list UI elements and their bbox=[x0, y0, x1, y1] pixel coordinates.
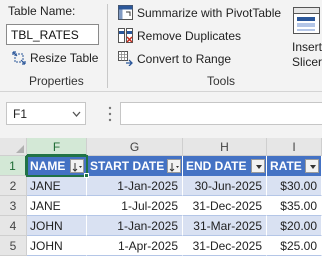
table-cell[interactable]: JOHN bbox=[27, 216, 87, 236]
filter-dropdown-rate[interactable] bbox=[305, 159, 319, 173]
pivottable-icon bbox=[118, 5, 133, 20]
select-all-corner[interactable] bbox=[0, 138, 27, 156]
table-cell[interactable]: 31-Mar-2025 bbox=[183, 216, 267, 236]
row-header-2[interactable]: 2 bbox=[0, 176, 27, 196]
sort-ascending-filter-icon bbox=[72, 163, 82, 172]
column-header-i[interactable]: I bbox=[267, 138, 322, 156]
table-header-name-label: NAME bbox=[30, 159, 66, 173]
table-cell[interactable]: $35.00 bbox=[267, 196, 322, 216]
resize-table-label: Resize Table bbox=[30, 51, 99, 65]
ribbon: Table Name: Resize Table Properties Summ… bbox=[0, 0, 322, 92]
row-header-5[interactable]: 5 bbox=[0, 236, 27, 256]
resize-table-button[interactable]: Resize Table bbox=[12, 51, 98, 65]
table-cell[interactable]: $30.00 bbox=[267, 176, 322, 196]
dropdown-arrow-icon bbox=[310, 165, 316, 169]
table-cell[interactable]: 1-Jul-2025 bbox=[87, 196, 183, 216]
tools-group-title: Tools bbox=[207, 74, 236, 88]
properties-group: Table Name: Resize Table Properties bbox=[0, 0, 107, 92]
insert-slicer-line1: Insert bbox=[292, 40, 322, 54]
row-header-1[interactable]: 1 bbox=[0, 156, 27, 176]
summarize-pivottable-button[interactable]: Summarize with PivotTable bbox=[118, 5, 281, 20]
table-cell[interactable]: 1-Apr-2025 bbox=[87, 236, 183, 256]
properties-group-title: Properties bbox=[29, 74, 84, 88]
table-cell[interactable]: 1-Jan-2025 bbox=[87, 176, 183, 196]
remove-duplicates-icon bbox=[118, 28, 133, 43]
sort-filter-dropdown-name[interactable] bbox=[70, 159, 84, 173]
table-cell[interactable]: 30-Jun-2025 bbox=[183, 176, 267, 196]
convert-to-range-label: Convert to Range bbox=[137, 51, 232, 66]
table-name-label: Table Name: bbox=[8, 4, 76, 18]
table-cell[interactable]: JOHN bbox=[27, 236, 87, 256]
convert-to-range-button[interactable]: Convert to Range bbox=[118, 51, 231, 66]
dropdown-arrow-icon bbox=[256, 165, 262, 169]
select-all-triangle-icon bbox=[16, 145, 24, 153]
table-cell[interactable]: JANE bbox=[27, 196, 87, 216]
table-cell[interactable]: JANE bbox=[27, 176, 87, 196]
resize-table-icon bbox=[12, 51, 26, 65]
convert-to-range-icon bbox=[118, 51, 133, 66]
row-header-3[interactable]: 3 bbox=[0, 196, 27, 216]
column-header-f[interactable]: F bbox=[27, 138, 87, 156]
tools-group: Summarize with PivotTable Remove Duplica… bbox=[108, 0, 288, 92]
sort-ascending-filter-icon bbox=[169, 163, 179, 172]
table-cell[interactable]: 31-Dec-2025 bbox=[183, 196, 267, 216]
name-box[interactable]: F1 bbox=[6, 102, 86, 125]
slicer-icon bbox=[293, 7, 320, 34]
insert-slicer-button[interactable]: Insert Slicer bbox=[288, 0, 322, 92]
worksheet-grid: F G H I 1 2 3 4 5 NAME START DATE END DA… bbox=[0, 138, 322, 257]
formula-bar-grip-icon[interactable] bbox=[108, 105, 112, 123]
table-header-rate-label: RATE bbox=[270, 159, 302, 173]
column-header-h[interactable]: H bbox=[183, 138, 267, 156]
table-name-input[interactable] bbox=[6, 24, 99, 45]
table-header-start-date-label: START DATE bbox=[90, 159, 165, 173]
table-cell[interactable]: $20.00 bbox=[267, 216, 322, 236]
insert-slicer-label: Insert Slicer bbox=[292, 40, 322, 70]
summarize-pivottable-label: Summarize with PivotTable bbox=[137, 5, 282, 20]
insert-slicer-line2: Slicer bbox=[292, 55, 322, 69]
sort-filter-dropdown-start-date[interactable] bbox=[167, 159, 181, 173]
table-header-end-date-label: END DATE bbox=[186, 159, 247, 173]
table-cell[interactable]: 1-Jan-2025 bbox=[87, 216, 183, 236]
chevron-down-icon[interactable] bbox=[72, 110, 81, 118]
column-header-g[interactable]: G bbox=[87, 138, 183, 156]
table-cell[interactable]: 31-Dec-2025 bbox=[183, 236, 267, 256]
remove-duplicates-label: Remove Duplicates bbox=[137, 28, 242, 43]
formula-input[interactable] bbox=[120, 102, 322, 125]
row-header-4[interactable]: 4 bbox=[0, 216, 27, 236]
name-box-value: F1 bbox=[13, 106, 28, 121]
filter-dropdown-end-date[interactable] bbox=[251, 159, 265, 173]
remove-duplicates-button[interactable]: Remove Duplicates bbox=[118, 28, 241, 43]
formula-bar: F1 bbox=[0, 92, 322, 138]
fill-handle[interactable] bbox=[84, 173, 89, 178]
table-cell[interactable]: $25.00 bbox=[267, 236, 322, 256]
